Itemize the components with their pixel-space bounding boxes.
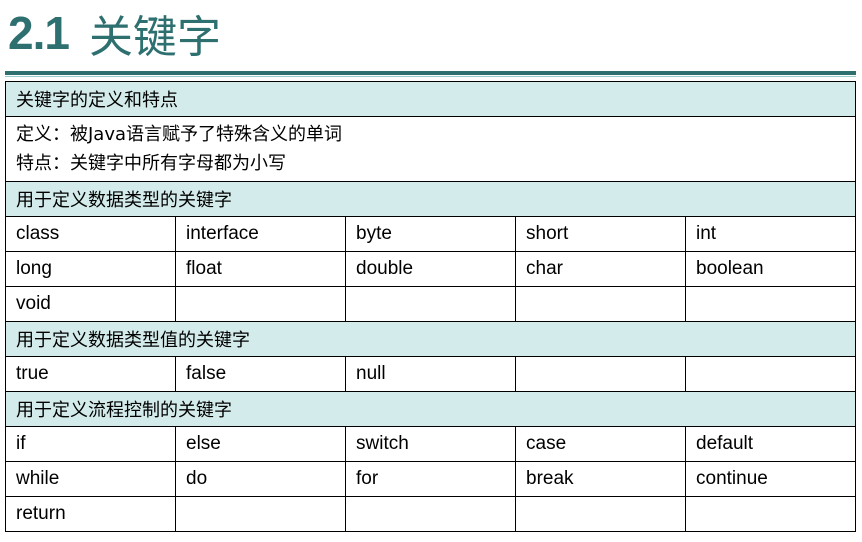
table-row: return — [5, 496, 857, 532]
table-row: long float double char boolean — [5, 251, 857, 287]
feature-line: 特点：关键字中所有字母都为小写 — [16, 153, 286, 174]
section-header-label: 用于定义数据类型的关键字 — [4, 181, 857, 217]
keyword-cell — [515, 356, 686, 392]
keyword-cell: return — [5, 496, 176, 532]
keyword-cell — [175, 496, 346, 532]
keyword-cell: void — [5, 286, 176, 322]
title-divider-thin — [5, 76, 856, 77]
keyword-cell: byte — [345, 216, 516, 252]
keyword-cell: short — [515, 216, 686, 252]
keyword-cell: null — [345, 356, 516, 392]
section-header-label: 用于定义数据类型值的关键字 — [4, 321, 857, 357]
section-header-label: 关键字的定义和特点 — [4, 81, 857, 117]
section-header-definition: 关键字的定义和特点 — [4, 81, 857, 117]
keyword-cell: while — [5, 461, 176, 497]
table-row: if else switch case default — [5, 426, 857, 462]
table-row: class interface byte short int — [5, 216, 857, 252]
keyword-cell — [684, 286, 857, 322]
keyword-cell: interface — [175, 216, 346, 252]
keyword-cell: break — [515, 461, 686, 497]
keyword-cell: class — [5, 216, 176, 252]
keyword-cell: boolean — [684, 251, 857, 287]
table-row: true false null — [5, 356, 857, 392]
slide-title-text: 关键字 — [88, 12, 221, 63]
section-header-data-types: 用于定义数据类型的关键字 — [4, 181, 857, 217]
keyword-cell: if — [5, 426, 176, 462]
keyword-cell: long — [5, 251, 176, 287]
keyword-cell — [684, 496, 857, 532]
keyword-cell — [515, 496, 686, 532]
keyword-table: 关键字的定义和特点 定义：被Java语言赋予了特殊含义的单词 特点：关键字中所有… — [4, 81, 857, 532]
slide-title: 2.1 关键字 — [8, 2, 221, 64]
keyword-cell: float — [175, 251, 346, 287]
keyword-cell: true — [5, 356, 176, 392]
keyword-cell — [175, 286, 346, 322]
keyword-cell — [684, 356, 857, 392]
keyword-cell: char — [515, 251, 686, 287]
keyword-cell: case — [515, 426, 686, 462]
section-header-data-values: 用于定义数据类型值的关键字 — [4, 321, 857, 357]
title-divider — [5, 71, 856, 75]
table-row: void — [5, 286, 857, 322]
slide-number: 2.1 — [8, 7, 70, 59]
section-header-flow-control: 用于定义流程控制的关键字 — [4, 391, 857, 427]
definition-row: 定义：被Java语言赋予了特殊含义的单词 特点：关键字中所有字母都为小写 — [4, 116, 857, 182]
keyword-cell: default — [684, 426, 857, 462]
keyword-cell: switch — [345, 426, 516, 462]
keyword-cell: double — [345, 251, 516, 287]
keyword-cell: int — [684, 216, 857, 252]
keyword-cell: for — [345, 461, 516, 497]
keyword-cell — [515, 286, 686, 322]
keyword-cell — [345, 496, 516, 532]
section-header-label: 用于定义流程控制的关键字 — [4, 391, 857, 427]
keyword-cell — [345, 286, 516, 322]
definition-line: 定义：被Java语言赋予了特殊含义的单词 — [16, 124, 343, 145]
keyword-cell: continue — [684, 461, 857, 497]
keyword-cell: else — [175, 426, 346, 462]
table-row: while do for break continue — [5, 461, 857, 497]
definition-cell: 定义：被Java语言赋予了特殊含义的单词 特点：关键字中所有字母都为小写 — [4, 116, 857, 182]
keyword-cell: false — [175, 356, 346, 392]
keyword-cell: do — [175, 461, 346, 497]
